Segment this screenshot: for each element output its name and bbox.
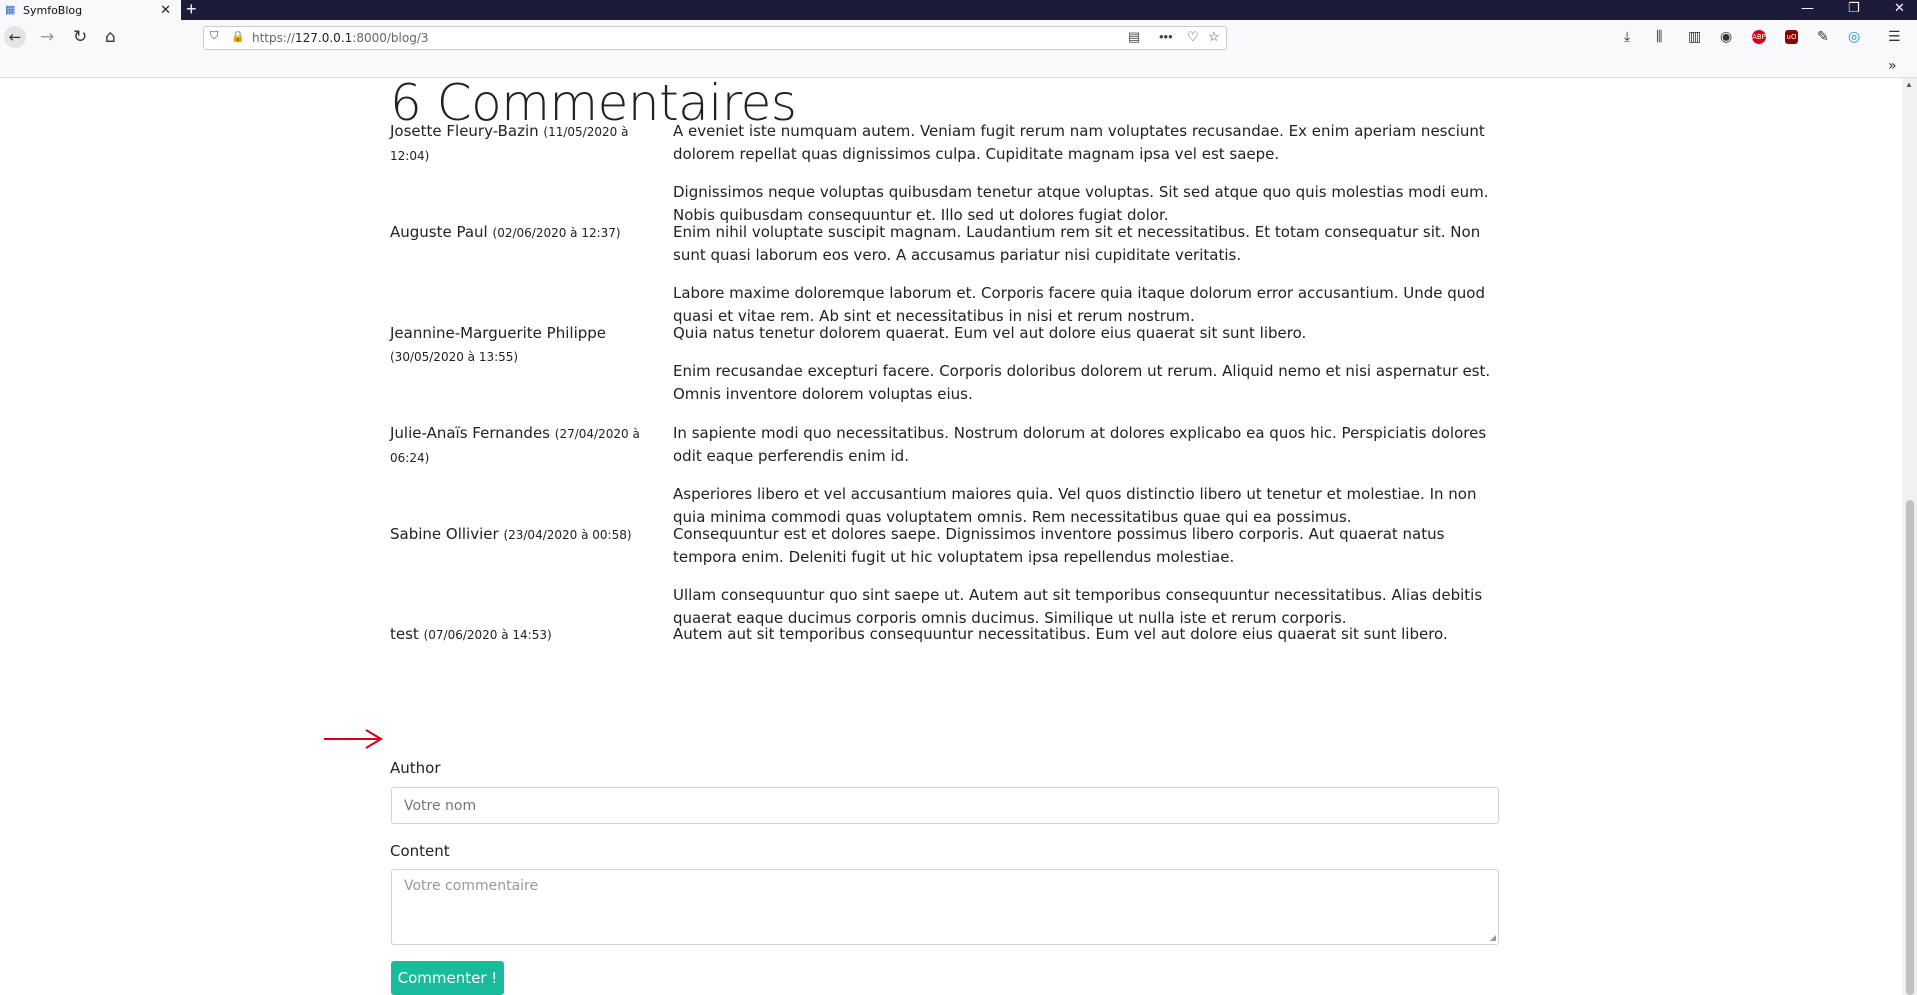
back-button-icon[interactable]: ← bbox=[4, 26, 26, 48]
overflow-chevron-icon[interactable]: » bbox=[1888, 58, 1897, 74]
url-text[interactable]: https://127.0.0.1:8000/blog/3 bbox=[252, 31, 429, 45]
pocket-icon[interactable]: ♡ bbox=[1187, 29, 1199, 45]
restore-icon[interactable]: ❐ bbox=[1848, 1, 1860, 16]
account-icon[interactable]: ◉ bbox=[1720, 29, 1732, 45]
tab-close-icon[interactable]: ✕ bbox=[160, 2, 171, 18]
extension-icon[interactable]: ◎ bbox=[1848, 29, 1860, 45]
address-bar[interactable]: ⛉ 🔒 https://127.0.0.1:8000/blog/3 ▤ ••• … bbox=[203, 26, 1227, 50]
forward-button-icon[interactable]: → bbox=[40, 27, 54, 47]
eyedropper-icon[interactable]: ✎ bbox=[1817, 29, 1829, 45]
sidebar-icon[interactable]: ▥ bbox=[1688, 29, 1701, 45]
window-close-icon[interactable]: ✕ bbox=[1894, 1, 1905, 16]
comment-content: Autem aut sit temporibus consequuntur ne… bbox=[673, 625, 1448, 643]
tab-title: SymfoBlog bbox=[23, 3, 83, 17]
browser-tab[interactable]: ▦ SymfoBlog ✕ bbox=[0, 0, 181, 20]
author-label: Author bbox=[390, 759, 441, 777]
comment-author: Auguste Paul (02/06/2020 à 12:37) bbox=[390, 223, 621, 241]
author-input[interactable] bbox=[391, 787, 1499, 824]
scroll-up-icon[interactable]: ▲ bbox=[1905, 80, 1913, 89]
comment-author: Sabine Ollivier (23/04/2020 à 00:58) bbox=[390, 525, 632, 543]
tracking-shield-icon[interactable]: ⛉ bbox=[210, 30, 218, 43]
new-tab-button[interactable]: + bbox=[186, 0, 197, 20]
comment-author: Jeannine-Marguerite Philippe (30/05/2020… bbox=[390, 324, 607, 364]
bookmarks-toolbar bbox=[0, 58, 1917, 78]
adblock-plus-icon[interactable]: ABP bbox=[1752, 30, 1766, 44]
submit-comment-button[interactable]: Commenter ! bbox=[391, 961, 504, 995]
page-actions-icon[interactable]: ••• bbox=[1159, 29, 1173, 44]
browser-tab-strip: ▦ SymfoBlog ✕ + — ❐ ✕ bbox=[0, 0, 1917, 20]
comment-author: Julie-Anaïs Fernandes (27/04/2020 à 06:2… bbox=[390, 424, 640, 465]
app-menu-icon[interactable]: ☰ bbox=[1888, 29, 1901, 45]
minimize-icon[interactable]: — bbox=[1801, 1, 1814, 16]
content-textarea[interactable]: Votre commentaire ◢ bbox=[391, 869, 1499, 945]
comment-date: (07/06/2020 à 14:53) bbox=[423, 628, 552, 642]
comment-date: (23/04/2020 à 00:58) bbox=[503, 528, 632, 542]
site-favicon-icon: ▦ bbox=[5, 4, 16, 16]
reader-view-icon[interactable]: ▤ bbox=[1128, 29, 1140, 45]
comment-author: test (07/06/2020 à 14:53) bbox=[390, 625, 552, 643]
page-content: 6 Commentaires Josette Fleury-Bazin (11/… bbox=[0, 78, 1902, 995]
resize-handle-icon[interactable]: ◢ bbox=[1490, 933, 1496, 942]
comment-content: Quia natus tenetur dolorem quaerat. Eum … bbox=[673, 324, 1491, 403]
comment-author: Josette Fleury-Bazin (11/05/2020 à 12:04… bbox=[390, 122, 629, 163]
content-label: Content bbox=[390, 842, 450, 860]
downloads-icon[interactable]: ⤓ bbox=[1624, 29, 1630, 45]
insecure-lock-icon[interactable]: 🔒 bbox=[231, 30, 245, 43]
bookmark-star-icon[interactable]: ☆ bbox=[1208, 29, 1220, 45]
annotation-arrow-icon bbox=[324, 729, 383, 749]
comment-date: (02/06/2020 à 12:37) bbox=[492, 226, 621, 240]
library-icon[interactable]: ⫼ bbox=[1656, 29, 1662, 45]
scrollbar-thumb[interactable] bbox=[1906, 500, 1914, 995]
reload-icon[interactable]: ↻ bbox=[73, 27, 87, 47]
home-icon[interactable]: ⌂ bbox=[105, 27, 116, 47]
comment-date: (30/05/2020 à 13:55) bbox=[390, 350, 519, 364]
ublock-origin-icon[interactable]: uO bbox=[1785, 30, 1798, 44]
content-placeholder: Votre commentaire bbox=[404, 878, 539, 894]
